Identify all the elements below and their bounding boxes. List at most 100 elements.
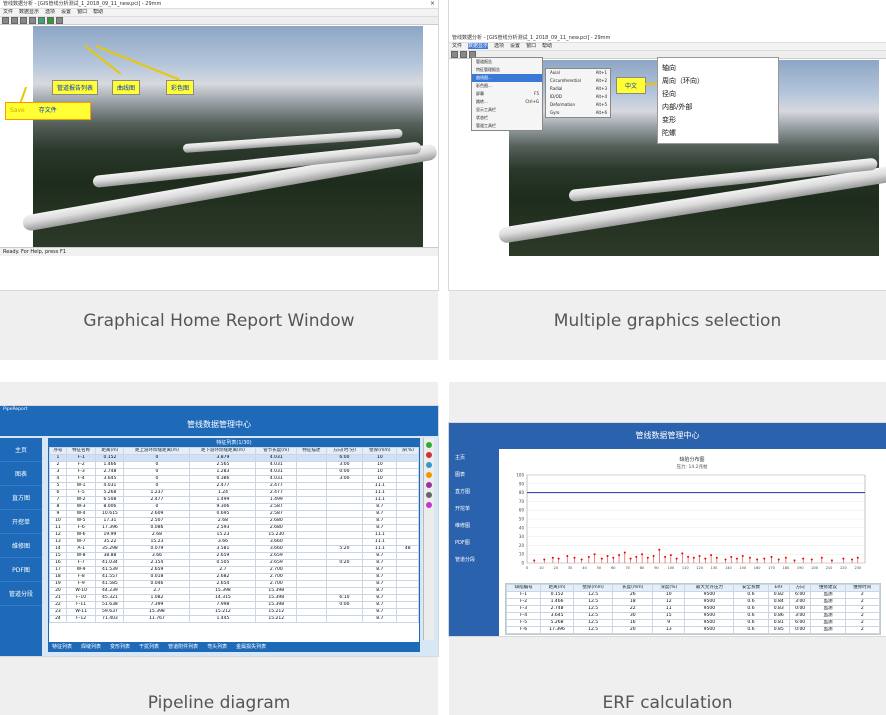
column-header[interactable]: 壁厚(mm) — [572, 584, 614, 592]
export-icon[interactable] — [426, 482, 432, 488]
settings-icon[interactable] — [426, 502, 432, 508]
report-icon[interactable] — [29, 17, 36, 24]
menu-display[interactable]: 数据显示 — [19, 9, 39, 15]
table-row[interactable]: F-1 0.152 12.5 26 10 9500 0.6 0.82 6:00 监测 2 — [506, 591, 880, 599]
table-row[interactable]: 17 W-9 41.539 2.659 2.7 2.700 8.7 — [49, 566, 419, 574]
table-row[interactable]: 14 A-1 35.298 0.079 3.581 3.660 5:20 11.1 48 — [49, 545, 419, 553]
menu-item[interactable]: 管道工具栏 — [472, 122, 542, 130]
sidebar-item-histogram[interactable]: 直方图 — [449, 483, 499, 500]
column-header[interactable]: 特征名称 — [65, 447, 97, 455]
sidebar-item-home[interactable]: 主页 — [0, 438, 42, 462]
column-header[interactable]: 序号 — [49, 447, 67, 455]
column-header[interactable]: 深度(%) — [652, 584, 686, 592]
sidebar-item-excavation[interactable]: 开挖单 — [449, 500, 499, 517]
column-header[interactable]: 距上游环焊缝距离(m) — [123, 447, 191, 455]
column-header[interactable]: ERF — [767, 584, 790, 592]
table-row[interactable]: 13 W-7 35.22 15.23 3.66 3.660 11.1 — [49, 538, 419, 546]
column-header[interactable]: 壁厚(mm) — [362, 447, 398, 455]
table-row[interactable]: 21 F-10 45.321 1.082 14.315 15.398 6:10 8.7 — [49, 594, 419, 602]
table-row[interactable]: 16 F-7 41.034 2.154 0.505 2.659 0:20 8.7 — [49, 559, 419, 567]
column-header[interactable]: 维修时间 — [844, 584, 880, 592]
sidebar-item-pdf[interactable]: PDF图 — [0, 558, 42, 582]
menu-options[interactable]: 选项 — [45, 9, 55, 15]
submenu-item[interactable]: ID/OD Alt+4 — [546, 93, 610, 101]
column-header[interactable]: 距离(m) — [95, 447, 125, 455]
table-row[interactable]: 2 F-2 1.466 0 2.565 4.031 3:00 10 — [49, 461, 419, 469]
column-header[interactable]: 距离(m) — [540, 584, 574, 592]
column-header[interactable]: 安全系数 — [733, 584, 769, 592]
print-icon[interactable] — [20, 17, 27, 24]
table-row[interactable]: F-4 3.645 12.5 30 15 9500 0.6 0.86 3:00 监测 2 — [506, 612, 880, 620]
table-row[interactable]: 12 W-6 19.99 2.68 15.23 15.230 11.1 — [49, 531, 419, 539]
menu-display[interactable]: 数据显示 — [468, 43, 489, 49]
tab-interference[interactable]: 干扰列表 — [139, 644, 159, 650]
table-row[interactable]: 11 F-6 17.396 0.086 2.593 2.680 8.7 — [49, 524, 419, 532]
open-icon[interactable] — [2, 17, 9, 24]
table-row[interactable]: 5 W-1 4.031 0 2.477 2.477 11.1 — [49, 482, 419, 490]
sidebar-item-segments[interactable]: 管道分段 — [449, 551, 499, 568]
column-header[interactable]: 缺陷编号 — [506, 584, 542, 592]
submenu-item[interactable]: Axial Alt+1 — [546, 69, 610, 77]
menu-settings[interactable]: 设置 — [510, 43, 520, 49]
menu-item[interactable]: 彩色图... — [472, 82, 542, 90]
column-header[interactable]: 方向 — [788, 584, 812, 592]
table-row[interactable]: 19 F-9 41.585 0.046 2.654 2.700 8.7 — [49, 580, 419, 588]
edit-icon[interactable] — [426, 462, 432, 468]
open-icon[interactable] — [451, 51, 458, 58]
tab-metal-loss[interactable]: 金属损失列表 — [236, 644, 266, 650]
sidebar-item-segments[interactable]: 管道分段 — [0, 582, 42, 606]
menu-window[interactable]: 窗口 — [526, 43, 536, 49]
curve-icon[interactable] — [38, 17, 45, 24]
add-icon[interactable] — [426, 442, 432, 448]
table-row[interactable]: 22 F-11 51.638 7.399 7.998 15.398 0:00 8.7 — [49, 601, 419, 609]
table-row[interactable]: 6 F-5 5.268 1.237 1.24 2.477 11.1 — [49, 489, 419, 497]
table-row[interactable]: F-2 1.466 12.5 18 12 9500 0.6 0.84 3:00 监测 2 — [506, 598, 880, 606]
menu-settings[interactable]: 设置 — [61, 9, 71, 15]
menu-item[interactable]: 管道报告 — [472, 58, 542, 66]
table-row[interactable]: F-741.03412.524895000.60.800:20监测2 — [506, 633, 880, 634]
print-icon[interactable] — [426, 492, 432, 498]
save-icon[interactable] — [460, 51, 467, 58]
table-row[interactable]: F-6 17.396 12.5 20 13 9500 0.6 0.85 0:00 监测 2 — [506, 626, 880, 634]
tab-features[interactable]: 特征列表 — [52, 644, 72, 650]
submenu-item[interactable]: Circumferential Alt+2 — [546, 77, 610, 85]
delete-icon[interactable] — [426, 452, 432, 458]
tab-deformation[interactable]: 变形列表 — [110, 644, 130, 650]
sidebar-item-pdf[interactable]: PDF图 — [449, 534, 499, 551]
filter-icon[interactable] — [426, 472, 432, 478]
column-header[interactable]: 距下游环焊缝距离(m) — [189, 447, 257, 455]
menu-file[interactable]: 文件 — [3, 9, 13, 15]
column-header[interactable]: 特征描述 — [296, 447, 327, 455]
tab-fittings[interactable]: 管道附件列表 — [168, 644, 198, 650]
table-row[interactable]: F-3 2.748 12.5 22 11 9500 0.6 0.83 0:00 监测 2 — [506, 605, 880, 613]
column-header[interactable]: 管节长度(m) — [255, 447, 298, 455]
column-header[interactable]: 方向(时:分) — [325, 447, 364, 455]
menu-file[interactable]: 文件 — [452, 43, 462, 49]
zoom-icon[interactable] — [56, 17, 63, 24]
sidebar-item-repair[interactable]: 维修图 — [0, 534, 42, 558]
menu-options[interactable]: 选项 — [494, 43, 504, 49]
table-row[interactable]: 4 F-4 3.645 0 0.386 4.031 3:00 10 — [49, 475, 419, 483]
table-row[interactable]: 10 W-5 17.31 2.507 2.68 2.680 8.7 — [49, 517, 419, 525]
submenu-item[interactable]: Radial Alt+3 — [546, 85, 610, 93]
submenu-item[interactable]: Gyro Alt+6 — [546, 109, 610, 117]
sidebar-item-repair[interactable]: 维修图 — [449, 517, 499, 534]
menu-item[interactable]: 跳转... Ctrl+G — [472, 98, 542, 106]
table-row[interactable]: 18 F-8 41.557 0.018 2.682 2.700 8.7 — [49, 573, 419, 581]
table-row[interactable]: 23 W-11 59.637 15.398 15.212 15.212 8.7 — [49, 608, 419, 616]
table-row[interactable]: 20 W-10 44.239 2.7 15.398 15.398 8.7 — [49, 587, 419, 595]
sidebar-item-histogram[interactable]: 直方图 — [0, 486, 42, 510]
color-chart-icon[interactable] — [47, 17, 54, 24]
tab-bends[interactable]: 弯头列表 — [207, 644, 227, 650]
table-row[interactable]: 24 F-12 71.403 11.767 1.445 15.212 8.7 — [49, 615, 419, 623]
tab-welds[interactable]: 焊缝列表 — [81, 644, 101, 650]
sidebar-item-home[interactable]: 主页 — [449, 449, 499, 466]
sidebar-item-charts[interactable]: 图表 — [449, 466, 499, 483]
column-header[interactable]: 深(%) — [396, 447, 419, 455]
menu-window[interactable]: 窗口 — [77, 9, 87, 15]
column-header[interactable]: 最大允许压力 — [684, 584, 735, 592]
table-row[interactable]: 3 F-3 2.748 0 1.283 4.031 0:00 10 — [49, 468, 419, 476]
table-row[interactable]: F-5 5.268 12.5 16 9 9500 0.6 0.81 6:00 监测 2 — [506, 619, 880, 627]
table-row[interactable]: 8 W-3 8.006 0 9.306 2.587 8.7 — [49, 503, 419, 511]
column-header[interactable]: 维修建议 — [810, 584, 846, 592]
